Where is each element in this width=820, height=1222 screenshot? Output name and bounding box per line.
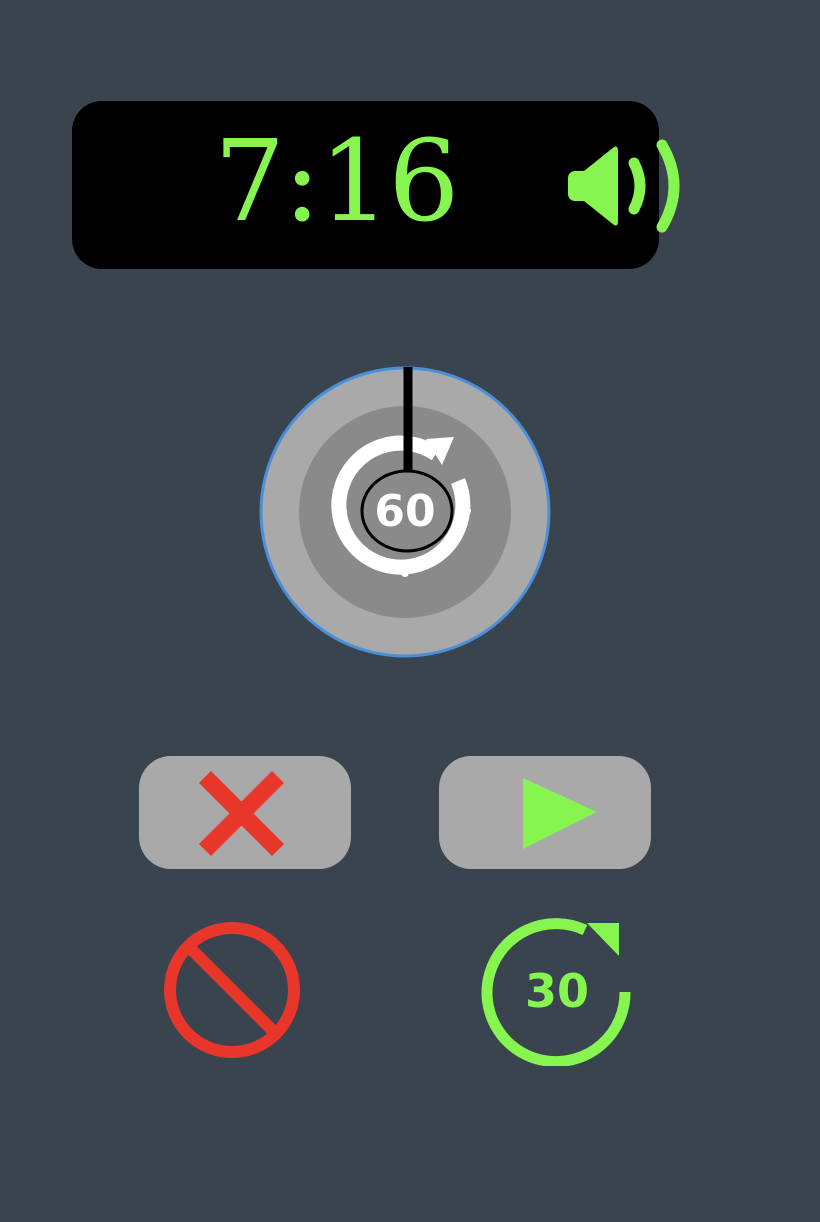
cancel-button[interactable]: [139, 756, 351, 869]
dial-label: 60: [374, 486, 435, 537]
time-display: 7:16: [72, 101, 680, 269]
play-icon: [523, 778, 597, 849]
time-readout: 7:16: [214, 117, 460, 247]
speaker-toggle-button[interactable]: [562, 135, 694, 235]
block-button[interactable]: [158, 916, 308, 1066]
play-button[interactable]: [439, 756, 651, 869]
replay-label: 30: [525, 964, 589, 1018]
prohibited-icon: [164, 922, 300, 1058]
timer-dial[interactable]: 60: [258, 365, 553, 660]
timer-screen: 7:16 60 30: [0, 0, 820, 1222]
replay-30-icon: 30: [481, 918, 631, 1068]
speaker-volume-icon: [568, 139, 680, 233]
replay-30-button[interactable]: 30: [481, 916, 631, 1068]
close-x-icon: [198, 770, 285, 857]
